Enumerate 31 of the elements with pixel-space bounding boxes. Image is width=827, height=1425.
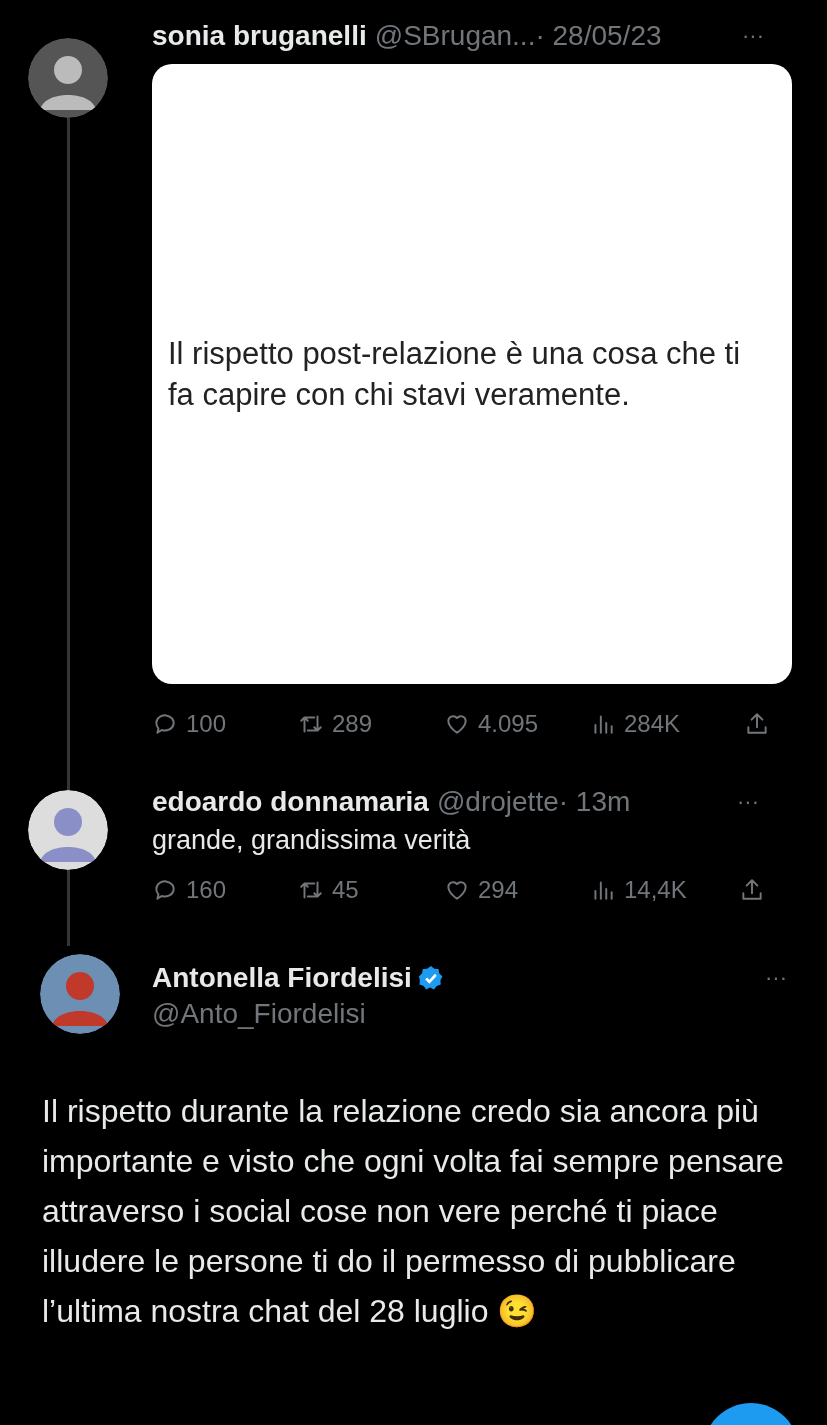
avatar[interactable] bbox=[40, 954, 120, 1034]
retweet-button[interactable]: 45 bbox=[298, 872, 444, 908]
more-button[interactable]: ··· bbox=[765, 960, 787, 996]
more-button[interactable]: ··· bbox=[737, 784, 759, 820]
views-button[interactable]: 284K bbox=[590, 706, 736, 742]
post-time: · 13m bbox=[558, 785, 631, 819]
user-name: sonia bruganelli bbox=[152, 19, 367, 53]
user-handle: @SBrugan... bbox=[374, 19, 536, 53]
reply-button[interactable]: 160 bbox=[152, 872, 298, 908]
user-name: Antonella Fiordelisi bbox=[152, 961, 412, 995]
retweet-button[interactable]: 289 bbox=[298, 706, 444, 742]
share-icon bbox=[739, 877, 765, 903]
user-handle: @Anto_Fiordelisi bbox=[152, 997, 367, 1031]
reply-text: grande, grandissima verità bbox=[152, 824, 472, 857]
like-button[interactable]: 4.095 bbox=[444, 706, 590, 742]
post-text: Il rispetto durante la relazione credo sia ancora più importante e visto che ogni volta fai sempre pensare attraverso i social cose non vere perché ti piace illudere le persone ti do il permesso di pubblicare l’ultima nostra chat del 28 luglio 😉 bbox=[41, 1092, 785, 1331]
image-text: Il rispetto post-relazione è una cosa che ti fa capire con chi stavi veramente. bbox=[168, 335, 742, 414]
views-button[interactable]: 14,4K bbox=[590, 872, 736, 908]
user-handle: @drojette bbox=[436, 785, 559, 819]
post-time: · 28/05/23 bbox=[535, 19, 662, 53]
speech-bubble-icon bbox=[152, 711, 178, 737]
share-button[interactable] bbox=[744, 711, 770, 737]
avatar[interactable] bbox=[28, 790, 108, 870]
like-button[interactable]: 294 bbox=[444, 872, 590, 908]
speech-bubble-icon bbox=[152, 877, 178, 903]
share-button[interactable] bbox=[739, 877, 765, 903]
share-icon bbox=[744, 711, 770, 737]
more-button[interactable]: ··· bbox=[742, 18, 764, 54]
reply-button[interactable]: 100 bbox=[152, 706, 298, 742]
avatar[interactable] bbox=[28, 38, 108, 118]
user-name: edoardo donnamaria bbox=[152, 785, 429, 819]
